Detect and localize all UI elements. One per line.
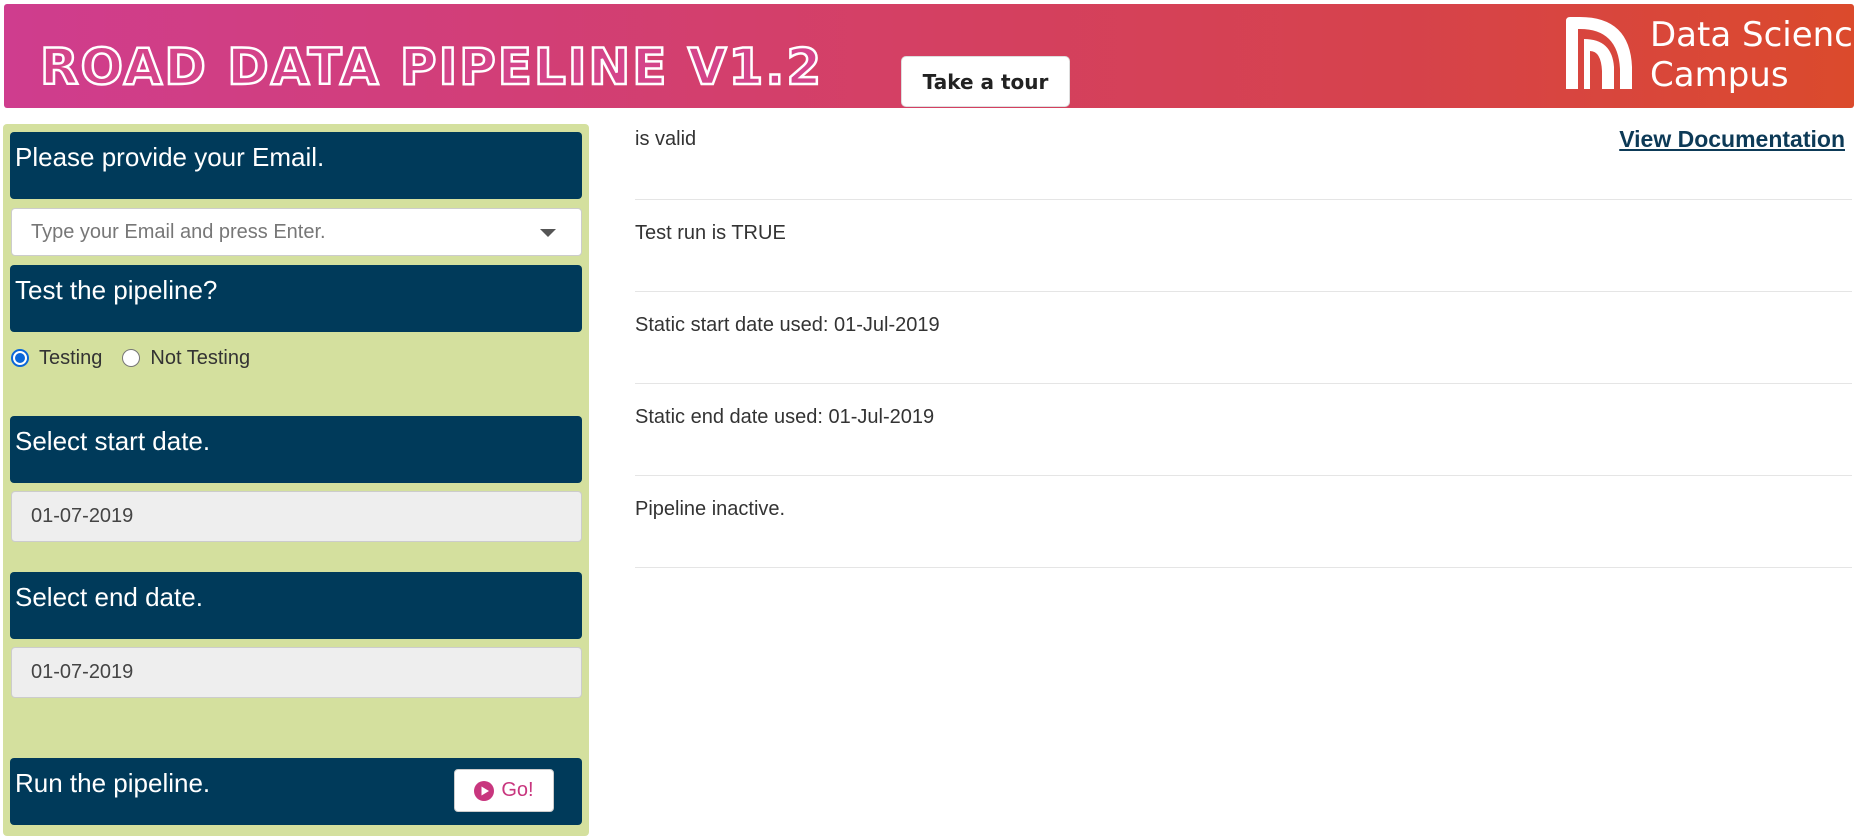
app-header: ROAD DATA PIPELINE V1.2 Take a tour Data… xyxy=(4,4,1858,108)
sidebar-panel: Please provide your Email. Type your Ema… xyxy=(3,124,589,836)
radio-testing[interactable]: Testing xyxy=(11,347,102,370)
go-button[interactable]: Go! xyxy=(454,769,554,812)
status-line-valid: is valid xyxy=(635,128,697,150)
email-input[interactable]: Type your Email and press Enter. xyxy=(11,208,582,256)
status-row: Static end date used: 01-Jul-2019 xyxy=(635,384,1852,476)
status-panel: is valid View Documentation Test run is … xyxy=(635,108,1852,588)
email-heading: Please provide your Email. xyxy=(10,132,582,199)
status-line-pipeline: Pipeline inactive. xyxy=(635,498,786,520)
take-tour-button[interactable]: Take a tour xyxy=(901,56,1070,107)
brand-line-1: Data Science xyxy=(1650,15,1858,55)
email-placeholder: Type your Email and press Enter. xyxy=(31,221,326,243)
end-date-input[interactable]: 01-07-2019 xyxy=(11,647,582,698)
dsc-logo-icon xyxy=(1566,17,1632,89)
view-documentation-link[interactable]: View Documentation xyxy=(1619,126,1845,153)
status-row: Test run is TRUE xyxy=(635,200,1852,292)
status-line-start-date: Static start date used: 01-Jul-2019 xyxy=(635,314,940,336)
brand-block: Data Science Campus xyxy=(1560,15,1858,95)
radio-not-testing-label: Not Testing xyxy=(150,346,251,369)
chevron-down-icon[interactable] xyxy=(540,229,556,237)
status-row: is valid View Documentation xyxy=(635,108,1852,200)
app-title: ROAD DATA PIPELINE V1.2 xyxy=(39,37,824,98)
status-row: Static start date used: 01-Jul-2019 xyxy=(635,292,1852,384)
end-date-heading: Select end date. xyxy=(10,572,582,639)
status-line-test-run: Test run is TRUE xyxy=(635,222,786,244)
radio-not-testing[interactable]: Not Testing xyxy=(122,347,250,370)
test-heading: Test the pipeline? xyxy=(10,265,582,332)
brand-line-2: Campus xyxy=(1650,55,1789,95)
status-row: Pipeline inactive. xyxy=(635,476,1852,568)
radio-testing-label: Testing xyxy=(39,346,103,369)
test-radio-group: Testing Not Testing xyxy=(11,344,270,372)
radio-not-testing-dot[interactable] xyxy=(122,349,141,367)
radio-testing-dot[interactable] xyxy=(11,349,29,367)
start-date-heading: Select start date. xyxy=(10,416,582,483)
status-line-end-date: Static end date used: 01-Jul-2019 xyxy=(635,406,935,428)
start-date-input[interactable]: 01-07-2019 xyxy=(11,491,582,542)
go-button-label: Go! xyxy=(501,779,534,801)
play-circle-icon xyxy=(474,780,495,801)
